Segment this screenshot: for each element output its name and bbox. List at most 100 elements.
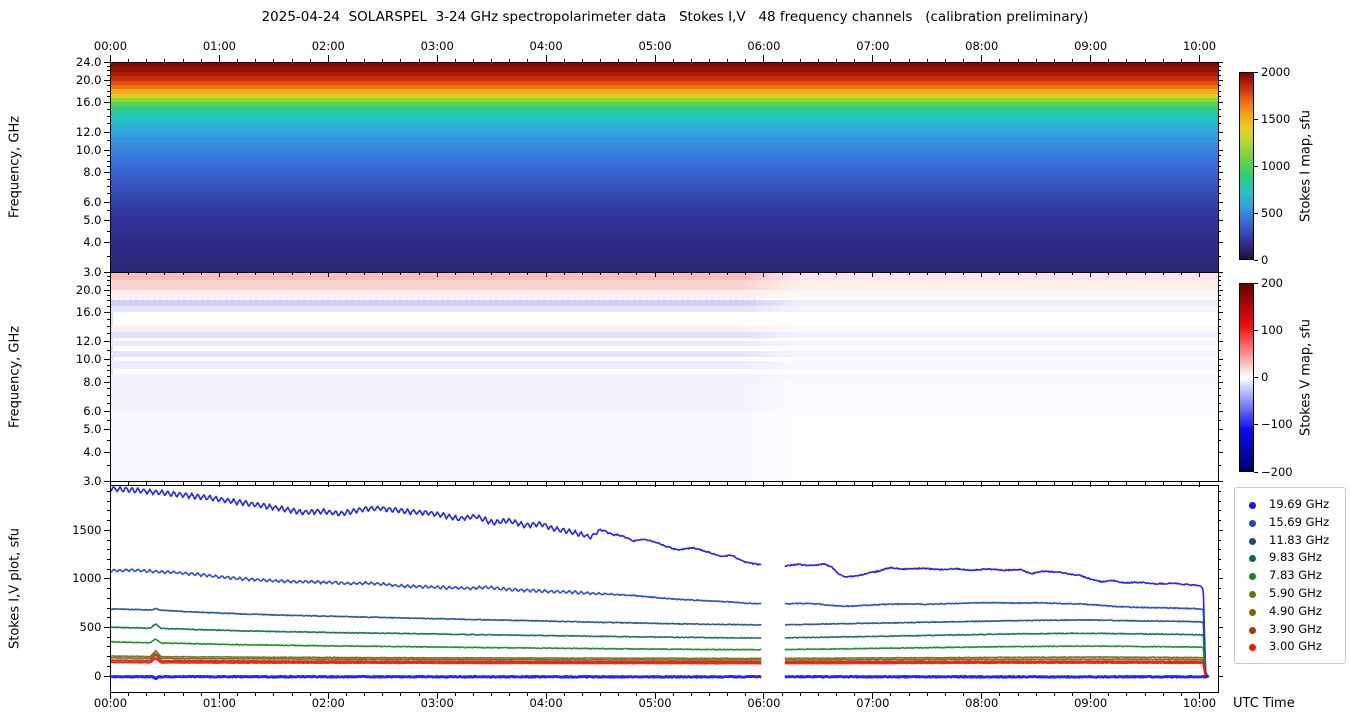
- axis-tick: [1219, 256, 1222, 257]
- axis-tick: [1219, 382, 1223, 383]
- axis-tick: [854, 59, 855, 63]
- stokes-v-map-band: [111, 290, 1218, 298]
- axis-tick: [1219, 306, 1222, 307]
- axis-tick: [346, 483, 347, 486]
- axis-tick: [981, 481, 982, 485]
- stokes-v-map-band: [111, 273, 1218, 280]
- axis-tick: [1219, 411, 1223, 412]
- axis-tick: [872, 481, 873, 485]
- axis-tick: [727, 483, 728, 486]
- axis-tick: [527, 692, 528, 696]
- axis-tick: [491, 483, 492, 486]
- axis-tick: [1219, 388, 1222, 389]
- axis-tick: [1219, 96, 1222, 97]
- axis-tick: [104, 62, 111, 63]
- axis-tick: [107, 75, 111, 76]
- axis-tick: [310, 272, 311, 275]
- axis-tick: [107, 186, 111, 187]
- axis-tick: [1054, 272, 1055, 275]
- figure-title: 2025-04-24 SOLARSPEL 3-24 GHz spectropol…: [0, 9, 1350, 25]
- axis-tick: [745, 59, 746, 63]
- legend-item-label: 7.83 GHz: [1269, 568, 1322, 582]
- axis-tick: [1219, 70, 1222, 71]
- stokes-i-colorbar-label: Stokes I map, sfu: [1297, 72, 1315, 260]
- line-plot-legend: 19.69 GHz15.69 GHz11.83 GHz9.83 GHz7.83 …: [1234, 487, 1346, 664]
- axis-tick: [727, 272, 728, 275]
- axis-tick: [745, 272, 746, 275]
- axis-tick: [1126, 59, 1127, 63]
- axis-tick: [1199, 55, 1200, 62]
- axis-tick: [1219, 395, 1222, 396]
- time-tick-label: 09:00: [1068, 696, 1114, 710]
- axis-tick: [1219, 280, 1222, 281]
- legend-marker-dot: [1249, 555, 1256, 562]
- axis-tick: [945, 483, 946, 486]
- axis-tick: [1219, 295, 1222, 296]
- freq-tick-label: 10.0: [54, 352, 102, 366]
- axis-tick: [1036, 483, 1037, 486]
- time-tick-label: 00:00: [88, 39, 134, 53]
- axis-tick: [107, 96, 111, 97]
- axis-tick: [107, 272, 111, 273]
- axis-tick: [1219, 365, 1222, 366]
- axis-tick: [107, 285, 111, 286]
- axis-tick: [836, 483, 837, 486]
- axis-tick: [836, 272, 837, 275]
- axis-tick: [1036, 59, 1037, 63]
- axis-tick: [564, 59, 565, 63]
- axis-tick: [400, 59, 401, 63]
- axis-tick: [1219, 598, 1222, 599]
- axis-tick: [455, 692, 456, 696]
- axis-tick: [107, 617, 111, 618]
- axis-tick: [419, 692, 420, 696]
- axis-tick: [872, 55, 873, 62]
- axis-tick: [691, 59, 692, 63]
- axis-tick: [763, 481, 764, 485]
- colorbar-tick-label: 1500: [1261, 112, 1290, 126]
- freq-tick-label: 12.0: [54, 334, 102, 348]
- axis-tick: [854, 692, 855, 696]
- axis-tick: [107, 540, 111, 541]
- freq-tick-label: 8.0: [54, 165, 102, 179]
- figure-root: 2025-04-24 SOLARSPEL 3-24 GHz spectropol…: [0, 0, 1350, 725]
- freq-tick-label: 16.0: [54, 95, 102, 109]
- x-axis-label: UTC Time: [1233, 696, 1295, 711]
- axis-tick: [455, 483, 456, 486]
- axis-tick: [237, 272, 238, 275]
- time-tick-label: 06:00: [741, 39, 787, 53]
- axis-tick: [1219, 588, 1222, 589]
- freq-tick-label: 3.0: [54, 265, 102, 279]
- axis-tick: [999, 483, 1000, 486]
- axis-tick: [219, 55, 220, 62]
- axis-tick: [1219, 150, 1223, 151]
- axis-tick: [727, 59, 728, 63]
- axis-tick: [1219, 608, 1222, 609]
- axis-tick: [582, 59, 583, 63]
- axis-tick: [909, 483, 910, 486]
- freq-tick-label: 4.0: [54, 235, 102, 249]
- axis-tick: [104, 80, 111, 81]
- axis-tick: [201, 59, 202, 63]
- axis-tick: [800, 483, 801, 486]
- colorbar-tick-label: 2000: [1261, 65, 1290, 79]
- axis-tick: [1254, 119, 1258, 120]
- legend-item: 5.90 GHz: [1235, 585, 1345, 604]
- axis-tick: [564, 483, 565, 486]
- axis-tick: [727, 692, 728, 696]
- axis-tick: [255, 272, 256, 275]
- legend-item: 15.69 GHz: [1235, 514, 1345, 533]
- axis-tick: [1018, 272, 1019, 275]
- axis-tick: [818, 483, 819, 486]
- axis-tick: [455, 59, 456, 63]
- axis-tick: [273, 692, 274, 696]
- axis-tick: [107, 280, 111, 281]
- axis-tick: [164, 483, 165, 486]
- axis-tick: [128, 272, 129, 275]
- axis-tick: [909, 272, 910, 275]
- axis-tick: [1126, 483, 1127, 486]
- colorbar-tick-label: 500: [1261, 206, 1283, 220]
- axis-tick: [164, 59, 165, 63]
- time-tick-label: 07:00: [850, 39, 896, 53]
- stokes-v-map-band: [111, 374, 1218, 382]
- axis-tick: [709, 272, 710, 275]
